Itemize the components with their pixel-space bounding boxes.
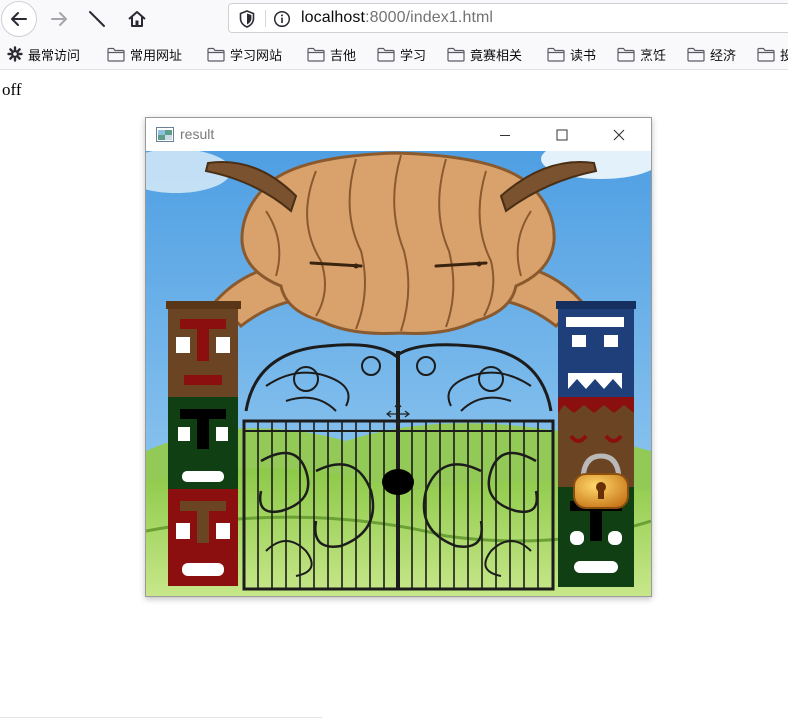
folder-icon — [207, 47, 225, 62]
bookmark-folder[interactable]: 竟赛相关 — [447, 45, 522, 63]
window-title: result — [180, 126, 215, 142]
folder-icon — [447, 47, 465, 62]
bookmark-label: 学习网站 — [230, 47, 283, 63]
gear-icon — [7, 46, 23, 62]
close-icon — [613, 129, 625, 140]
result-canvas[interactable] — [146, 151, 651, 596]
folder-icon — [307, 47, 325, 62]
page-divider — [0, 717, 322, 718]
close-button[interactable] — [596, 118, 642, 151]
back-button[interactable] — [1, 1, 37, 37]
bookmark-label: 常用网址 — [130, 47, 183, 63]
minimize-icon — [500, 134, 510, 136]
totem-right — [556, 301, 636, 587]
totem-left — [166, 301, 241, 586]
bookmark-folder[interactable]: 烹饪 — [617, 45, 666, 63]
scene-illustration — [146, 151, 651, 596]
bookmark-most-visited[interactable]: 最常访问 — [7, 45, 80, 63]
bookmark-label: 吉他 — [330, 47, 357, 63]
status-text: off — [2, 80, 22, 99]
folder-icon — [617, 47, 635, 62]
bookmark-folder[interactable]: 经济 — [687, 45, 736, 63]
bookmark-label: 读书 — [570, 47, 597, 63]
home-button[interactable] — [120, 2, 154, 36]
folder-icon — [107, 47, 125, 62]
bull-pupil-right — [476, 261, 482, 267]
bull-pupil-left — [353, 263, 359, 269]
bookmark-label: 烹饪 — [640, 47, 667, 63]
url-path: :8000/index1.html — [365, 9, 494, 26]
url-divider — [265, 10, 266, 27]
bookmark-label: 最常访问 — [28, 47, 81, 63]
folder-icon — [377, 47, 395, 62]
bookmark-folder[interactable]: 吉他 — [307, 45, 356, 63]
url-host: localhost — [301, 9, 366, 26]
info-icon[interactable] — [273, 10, 291, 28]
home-icon — [128, 11, 146, 27]
url-text[interactable]: localhost:8000/index1.html — [301, 9, 493, 27]
shield-icon[interactable] — [239, 10, 255, 28]
bookmark-folder[interactable]: 常用网址 — [107, 45, 182, 63]
app-icon — [156, 127, 174, 142]
browser-toolbar: localhost:8000/index1.html — [0, 0, 788, 38]
stop-slash-icon — [89, 11, 105, 27]
folder-icon — [547, 47, 565, 62]
minimize-button[interactable] — [482, 118, 528, 151]
url-bar[interactable]: localhost:8000/index1.html — [228, 3, 788, 33]
bookmark-folder[interactable]: 学习 — [377, 45, 426, 63]
bookmarks-bar: 最常访问 常用网址 学习网站 吉他 学习 竟赛相关 读书 烹饪 经济 投 — [0, 38, 788, 70]
bookmark-label: 经济 — [710, 47, 737, 63]
folder-icon — [687, 47, 705, 62]
forward-arrow-icon — [51, 12, 67, 26]
bookmark-label: 竟赛相关 — [470, 47, 523, 63]
bookmark-label: 投 — [780, 47, 788, 63]
stop-button[interactable] — [80, 2, 114, 36]
window-titlebar[interactable]: result — [146, 118, 651, 151]
folder-icon — [757, 47, 775, 62]
maximize-icon — [556, 129, 568, 140]
forward-button[interactable] — [42, 2, 76, 36]
back-arrow-icon — [11, 12, 27, 26]
gate-lock-hole — [382, 469, 414, 495]
bookmark-folder[interactable]: 学习网站 — [207, 45, 282, 63]
maximize-button[interactable] — [539, 118, 585, 151]
bookmark-folder[interactable]: 读书 — [547, 45, 596, 63]
bookmark-folder[interactable]: 投 — [757, 45, 788, 63]
bookmark-label: 学习 — [400, 47, 427, 63]
result-window: result — [145, 117, 652, 597]
